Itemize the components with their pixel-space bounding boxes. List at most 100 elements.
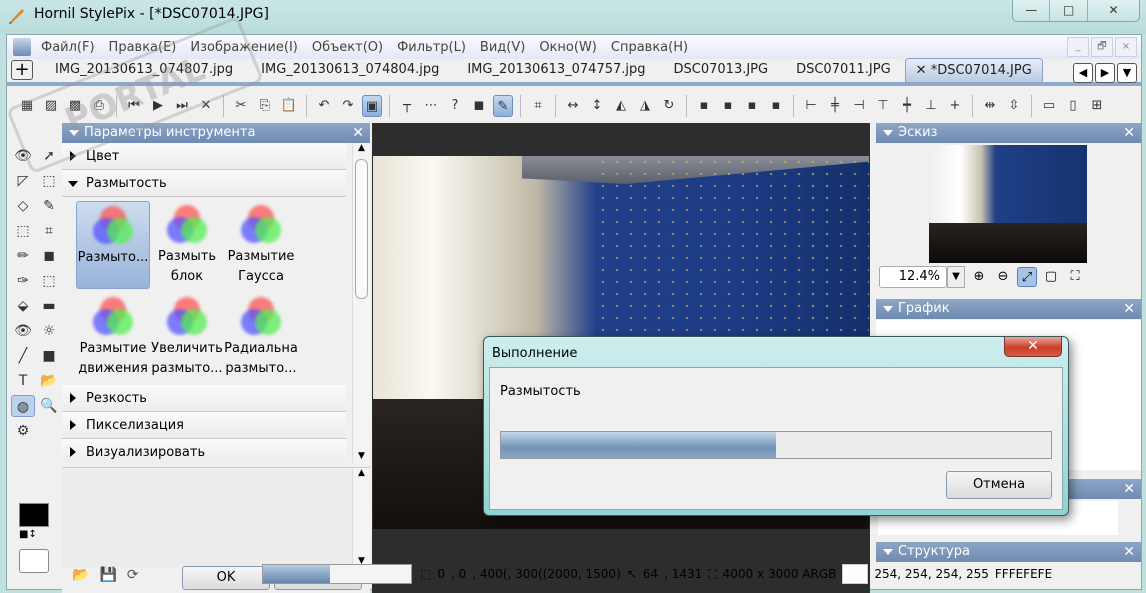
tool-icon[interactable]: ◼ (37, 245, 61, 267)
blur-effect-item[interactable]: Радиальна размыто... (224, 293, 298, 381)
dialog-close-button[interactable]: ✕ (1004, 337, 1062, 357)
tool-icon[interactable]: 🔍 (37, 395, 61, 417)
close-sketch-icon[interactable]: ✕ (1123, 123, 1135, 143)
tool-icon[interactable]: ◸ (11, 170, 35, 192)
fit-window-icon[interactable]: ⤢ (1017, 267, 1037, 287)
toolbar-button-icon[interactable]: ╪ (825, 95, 845, 117)
toolbar-button-icon[interactable]: ⊣ (849, 95, 869, 117)
zoom-dropdown[interactable]: ▼ (947, 266, 965, 288)
tool-icon[interactable]: ⬙ (11, 295, 35, 317)
actual-size-icon[interactable]: ▢ (1041, 267, 1061, 287)
toolbar-button-icon[interactable]: ↷ (338, 95, 358, 117)
toolbar-button-icon[interactable]: ↶ (314, 95, 334, 117)
menu-file[interactable]: Файл(F) (41, 40, 95, 55)
category-pixelate[interactable]: Пикселизация (62, 412, 346, 439)
document-icon[interactable] (13, 38, 31, 56)
toolbar-button-icon[interactable]: ▪ (742, 95, 762, 117)
tab-list-button[interactable]: ▼ (1117, 63, 1137, 83)
menu-help[interactable]: Справка(H) (611, 40, 688, 55)
menu-edit[interactable]: Правка(E) (109, 40, 177, 55)
toolbar-button-icon[interactable]: ✂ (231, 95, 251, 117)
tool-icon[interactable]: ⚙ (11, 420, 35, 442)
tool-icon[interactable]: 👁 (11, 145, 35, 167)
tool-icon[interactable]: T (11, 370, 35, 392)
menu-filter[interactable]: Фильтр(L) (397, 40, 466, 55)
toolbar-button-icon[interactable]: ⎘ (255, 95, 275, 117)
tab-dsc07013[interactable]: DSC07013.JPG (660, 58, 783, 82)
toolbar-button-icon[interactable]: ⊤ (873, 95, 893, 117)
reset-icon[interactable]: ⟳ (127, 567, 139, 583)
toolbar-button-icon[interactable]: ⎙ (89, 95, 109, 117)
tool-icon[interactable]: ➚ (37, 145, 61, 167)
swap-colors-icon[interactable]: ■↕ (19, 529, 37, 540)
toolbar-button-icon[interactable]: ▪ (718, 95, 738, 117)
toolbar-button-icon[interactable]: ▨ (41, 95, 61, 117)
toolbar-button-icon[interactable]: ▪ (694, 95, 714, 117)
tab-img-074757[interactable]: IMG_20130613_074757.jpg (453, 58, 659, 82)
tab-dsc07011[interactable]: DSC07011.JPG (782, 58, 905, 82)
menu-object[interactable]: Объект(O) (312, 40, 383, 55)
navigator-thumbnail[interactable] (929, 145, 1087, 263)
tool-icon[interactable]: ✎ (37, 195, 61, 217)
tab-img-074804[interactable]: IMG_20130613_074804.jpg (247, 58, 453, 82)
close-panel-icon[interactable]: ✕ (352, 123, 364, 143)
toolbar-button-icon[interactable]: ⇹ (980, 95, 1000, 117)
tool-icon[interactable]: ✏ (11, 245, 35, 267)
close-tab-icon[interactable]: ✕ (916, 63, 927, 78)
toolbar-button-icon[interactable]: ⏭ (172, 95, 192, 117)
blur-effect-item[interactable]: Размыть блок (150, 201, 224, 289)
toolbar-button-icon[interactable]: ┬ (397, 95, 417, 117)
zoom-input[interactable]: 12.4% (879, 266, 947, 288)
foreground-color-swatch[interactable] (19, 503, 49, 527)
category-render[interactable]: Визуализировать (62, 439, 346, 463)
menu-view[interactable]: Вид(V) (480, 40, 525, 55)
minimize-button[interactable]: — (1013, 0, 1051, 21)
toolbar-button-icon[interactable]: ↔ (563, 95, 583, 117)
toolbar-button-icon[interactable]: ✕ (196, 95, 216, 117)
dialog-cancel-button[interactable]: Отмена (946, 471, 1052, 499)
tab-prev-button[interactable]: ◀ (1073, 63, 1093, 83)
save-preset-icon[interactable]: 💾 (99, 567, 116, 583)
menu-window[interactable]: Окно(W) (539, 40, 597, 55)
zoom-out-icon[interactable]: ⊖ (993, 267, 1013, 287)
toolbar-button-icon[interactable]: + (945, 95, 965, 117)
blur-effect-item[interactable]: Размыто... (76, 201, 150, 289)
tab-next-button[interactable]: ▶ (1095, 63, 1115, 83)
toolbar-button-icon[interactable]: ▩ (65, 95, 85, 117)
toolbar-button-icon[interactable]: ▯ (1063, 95, 1083, 117)
ok-button[interactable]: OK (182, 566, 270, 590)
open-preset-icon[interactable]: 📂 (72, 567, 89, 583)
mdi-restore-button[interactable]: 🗗 (1091, 37, 1113, 57)
toolbar-button-icon[interactable]: ✎ (493, 95, 513, 117)
category-blur[interactable]: Размытость (62, 170, 346, 197)
toolbar-button-icon[interactable]: ▦ (17, 95, 37, 117)
blur-effect-item[interactable]: Размытие Гаусса (224, 201, 298, 289)
tool-icon[interactable]: 👁 (11, 320, 35, 342)
toolbar-button-icon[interactable]: ▭ (1039, 95, 1059, 117)
tool-icon[interactable]: ◇ (11, 195, 35, 217)
category-sharpen[interactable]: Резкость (62, 385, 346, 412)
toolbar-button-icon[interactable]: ▪ (766, 95, 786, 117)
close-history-icon[interactable]: ✕ (1123, 479, 1135, 499)
toolbar-button-icon[interactable]: ↕ (587, 95, 607, 117)
toolbar-button-icon[interactable]: ▶ (148, 95, 168, 117)
blur-effect-item[interactable]: Размытие движения (76, 293, 150, 381)
tab-img-074807[interactable]: IMG_20130613_074807.jpg (41, 58, 247, 82)
tool-icon[interactable]: ⬚ (37, 170, 61, 192)
tool-icon[interactable]: ■ (37, 345, 61, 367)
tool-icon[interactable]: ☼ (37, 320, 61, 342)
toolbar-button-icon[interactable]: ◼ (469, 95, 489, 117)
menu-image[interactable]: Изображение(I) (190, 40, 297, 55)
zoom-in-icon[interactable]: ⊕ (969, 267, 989, 287)
fullscreen-icon[interactable]: ⛶ (1065, 267, 1085, 287)
tool-icon[interactable]: ╱ (11, 345, 35, 367)
toolbar-button-icon[interactable]: ? (445, 95, 465, 117)
toolbar-button-icon[interactable]: ⏮ (124, 95, 144, 117)
category-color[interactable]: Цвет (62, 143, 346, 170)
tool-icon[interactable]: ⬚ (11, 220, 35, 242)
toolbar-button-icon[interactable]: ↻ (659, 95, 679, 117)
close-structure-icon[interactable]: ✕ (1123, 542, 1135, 562)
tool-icon[interactable]: ⌗ (37, 220, 61, 242)
toolbar-button-icon[interactable]: ◭ (611, 95, 631, 117)
toolbar-button-icon[interactable]: ⋯ (421, 95, 441, 117)
